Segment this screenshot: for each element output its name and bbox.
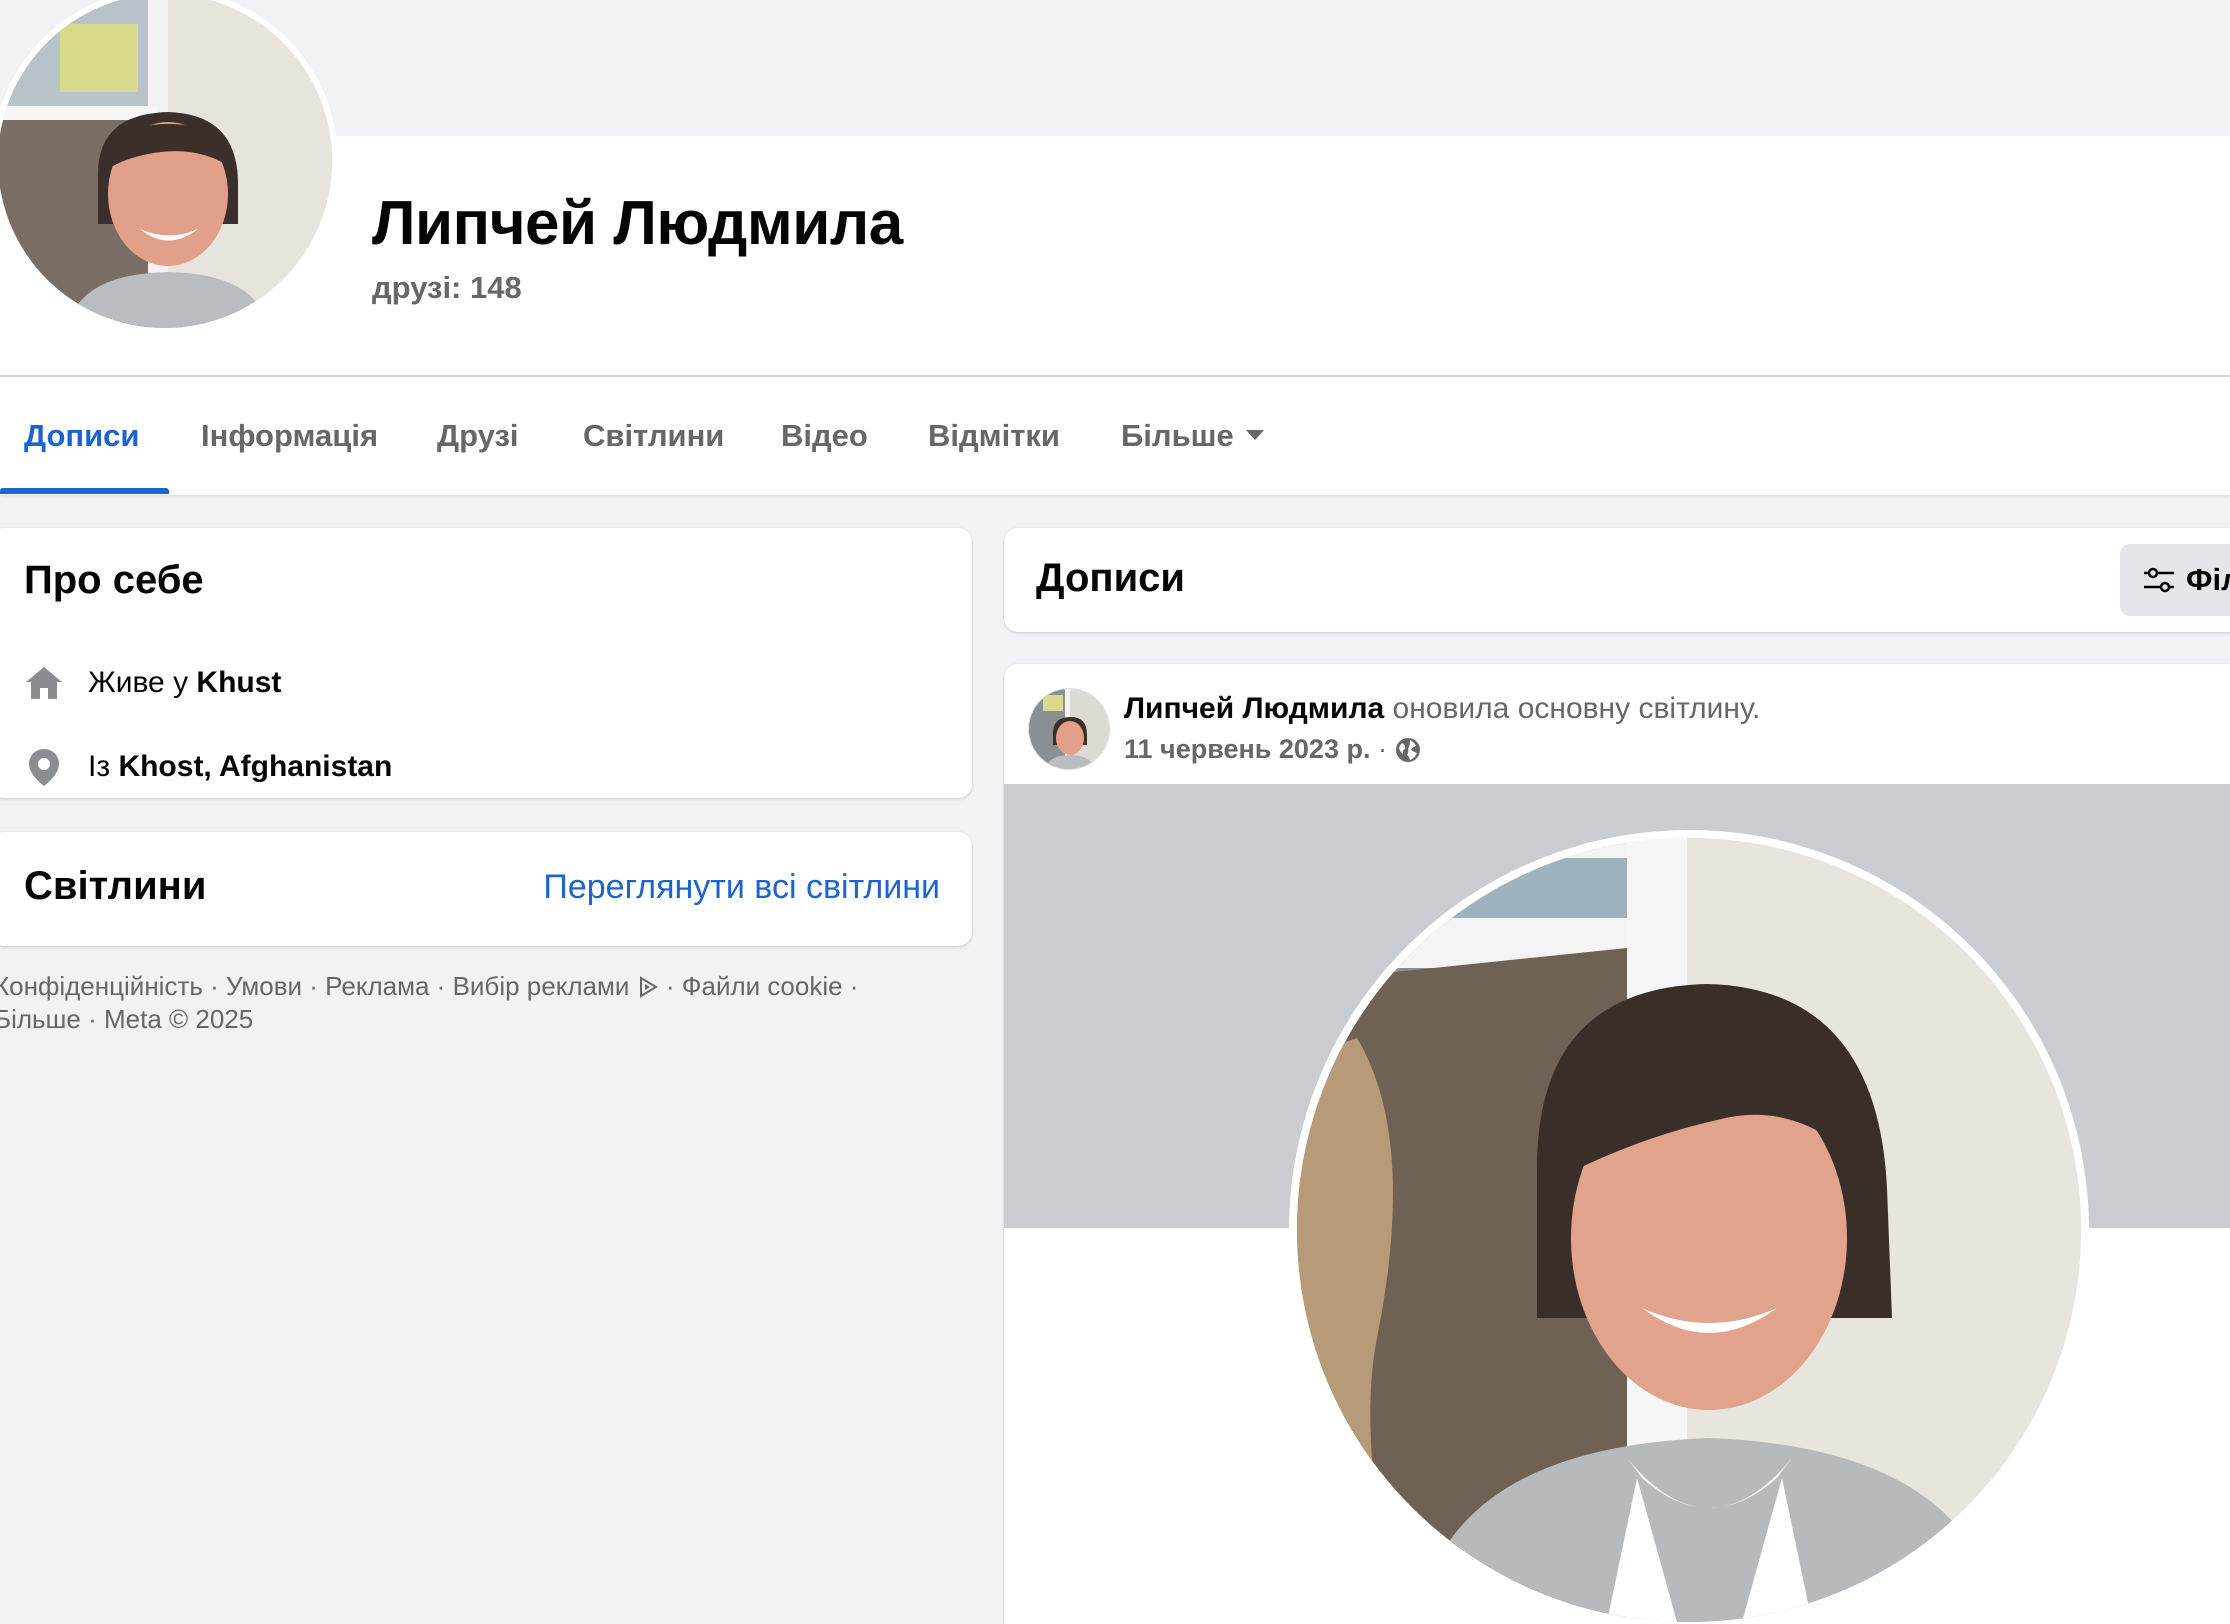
photos-card: Світлини Переглянути всі світлини	[0, 832, 972, 946]
footer-privacy[interactable]: Конфіденційність	[0, 971, 203, 1001]
footer-ad-choices[interactable]: Вибір реклами	[453, 971, 659, 1001]
posts-header-card: Дописи Фільтри	[1004, 528, 2230, 632]
post-author-avatar-image	[1029, 689, 1109, 769]
lives-prefix: Живе у	[88, 666, 189, 699]
footer-cookies[interactable]: Файли cookie	[682, 971, 843, 1001]
post-date[interactable]: 11 червень 2023 р.	[1124, 734, 1370, 765]
tab-friends[interactable]: Друзі	[437, 377, 518, 495]
profile-photo[interactable]	[0, 0, 332, 328]
globe-icon[interactable]	[1395, 737, 1421, 763]
ad-choices-icon	[639, 976, 658, 998]
footer-ads[interactable]: Реклама	[325, 971, 429, 1001]
filters-label: Фільтри	[2186, 562, 2230, 597]
footer-more[interactable]: Більше	[0, 1004, 81, 1034]
intro-card: Про себе Живе у Khust Із Khost, Afghanis…	[0, 528, 972, 798]
tab-more[interactable]: Більше	[1121, 377, 1264, 495]
tab-photos[interactable]: Світлини	[583, 377, 724, 495]
location-pin-icon	[29, 749, 59, 786]
photos-title: Світлини	[24, 864, 207, 908]
post-profile-photo[interactable]	[1289, 830, 2089, 1624]
intro-title: Про себе	[24, 558, 204, 602]
from-place[interactable]: Khost, Afghanistan	[118, 750, 392, 784]
footer-copyright: Meta © 2025	[103, 1004, 254, 1034]
post-meta: 11 червень 2023 р. ·	[1124, 734, 1421, 765]
tab-videos[interactable]: Відео	[781, 377, 868, 495]
footer-terms[interactable]: Умови	[226, 971, 302, 1001]
caret-down-icon	[1245, 429, 1264, 440]
intro-lives-in: Живе у Khust	[24, 658, 281, 708]
ad-choices-label: Вибір реклами	[452, 971, 630, 1001]
posts-title: Дописи	[1036, 556, 1186, 600]
post-action-text: оновила основну світлину.	[1392, 692, 1761, 725]
active-tab-indicator	[0, 488, 169, 494]
post-author-avatar[interactable]	[1028, 688, 1110, 770]
tab-posts[interactable]: Дописи	[24, 377, 139, 495]
post-photo-frame	[1297, 838, 2081, 1622]
post-photo-image	[1297, 838, 2081, 1622]
tab-mentions[interactable]: Відмітки	[928, 377, 1060, 495]
profile-name: Липчей Людмила	[372, 189, 903, 258]
home-icon	[26, 667, 62, 699]
post-meta-separator: ·	[1377, 734, 1387, 764]
filter-sliders-icon	[2144, 567, 2174, 593]
post-headline: Липчей Людмила оновила основну світлину.	[1124, 692, 1760, 726]
post-author-name[interactable]: Липчей Людмила	[1124, 692, 1384, 725]
profile-tabs: Дописи Інформація Друзі Світлини Відео В…	[0, 377, 2230, 495]
friends-count[interactable]: друзі: 148	[372, 270, 522, 306]
tab-about[interactable]: Інформація	[201, 377, 378, 495]
from-prefix: Із	[88, 750, 111, 783]
footer-links: Конфіденційність · Умови · Реклама · Виб…	[0, 970, 944, 1036]
see-all-photos-link[interactable]: Переглянути всі світлини	[543, 868, 940, 907]
post-card: Липчей Людмила оновила основну світлину.…	[1004, 664, 2230, 1624]
intro-from: Із Khost, Afghanistan	[24, 742, 392, 792]
tab-more-label: Більше	[1121, 418, 1234, 453]
lives-city[interactable]: Khust	[196, 666, 281, 700]
filters-button[interactable]: Фільтри	[2120, 544, 2230, 616]
profile-photo-image	[0, 0, 332, 328]
